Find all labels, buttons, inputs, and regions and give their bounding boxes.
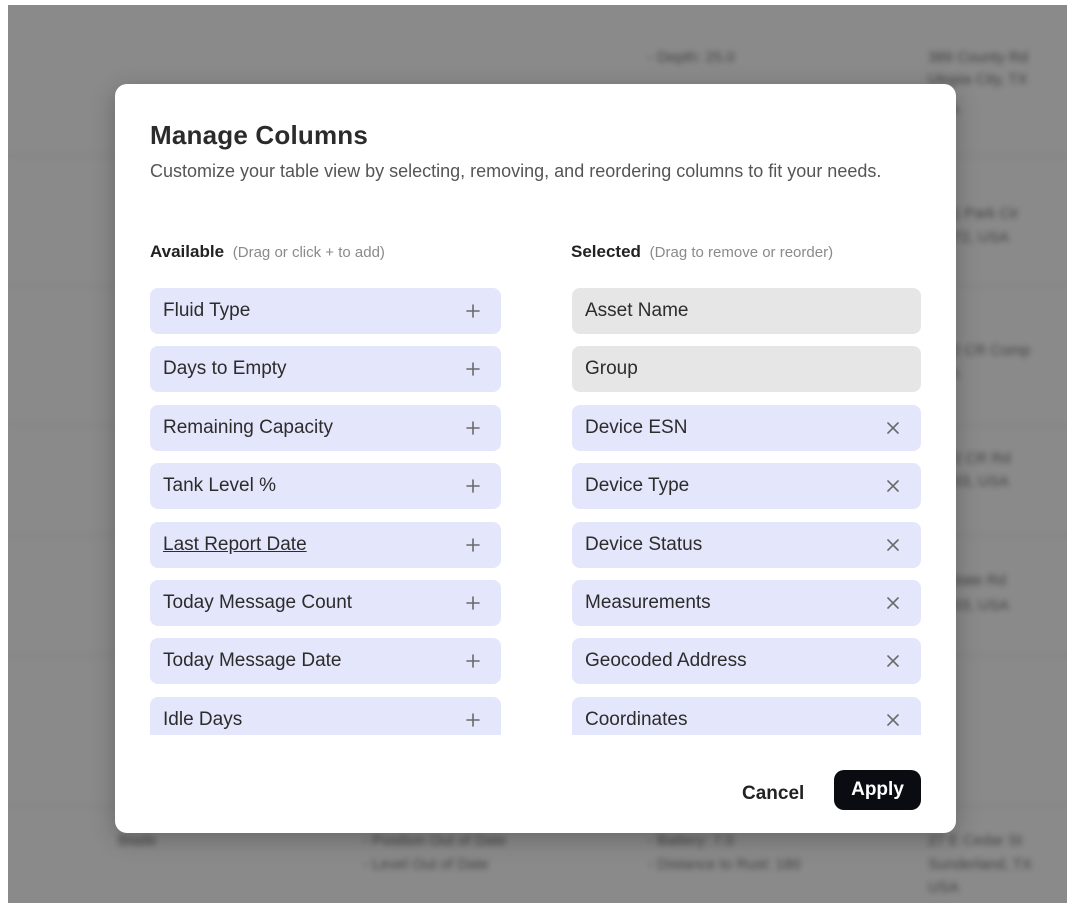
plus-icon[interactable]	[459, 414, 487, 442]
background-cell: Sunderland, TX	[928, 856, 1032, 873]
close-icon[interactable]	[879, 589, 907, 617]
close-icon[interactable]	[879, 531, 907, 559]
close-icon[interactable]	[879, 414, 907, 442]
dialog-subtitle: Customize your table view by selecting, …	[150, 161, 882, 181]
available-column-item[interactable]: Today Message Count	[150, 579, 501, 626]
available-column-label: Days to Empty	[163, 358, 287, 380]
plus-icon[interactable]	[459, 647, 487, 675]
available-columns-list[interactable]: Fluid Type Days to Empty Remaining Capacit…	[150, 288, 501, 735]
background-cell: - Distance to Rust: 180	[648, 856, 801, 873]
available-column-item[interactable]: Idle Days	[150, 696, 501, 735]
selected-header: Selected (Drag to remove or reorder)	[571, 242, 833, 262]
available-column-label: Remaining Capacity	[163, 416, 334, 438]
available-column-item[interactable]: Last Report Date	[150, 521, 501, 568]
manage-columns-dialog: Manage Columns Customize your table view…	[115, 84, 956, 833]
selected-column-item[interactable]: Device Type	[572, 463, 921, 510]
background-cell: - Level Out of Date	[363, 856, 489, 873]
selected-column-item[interactable]: Group	[572, 346, 921, 393]
available-header: Available (Drag or click + to add)	[150, 242, 385, 262]
available-column-item[interactable]: Fluid Type	[150, 288, 501, 334]
selected-hint: (Drag to remove or reorder)	[649, 244, 834, 261]
background-cell: - Battery: 7.0	[648, 832, 734, 849]
available-column-item[interactable]: Tank Level %	[150, 463, 501, 510]
plus-icon[interactable]	[459, 706, 487, 734]
background-cell: 27 E Cedar St	[928, 832, 1023, 849]
selected-column-label: Device Status	[585, 533, 703, 555]
selected-column-label: Device ESN	[585, 416, 688, 438]
selected-column-label: Coordinates	[585, 708, 688, 730]
selected-column-item[interactable]: Geocoded Address	[572, 638, 921, 685]
available-column-label: Today Message Count	[163, 591, 353, 613]
available-column-item[interactable]: Days to Empty	[150, 346, 501, 393]
plus-icon[interactable]	[459, 355, 487, 383]
selected-column-label: Device Type	[585, 475, 690, 497]
plus-icon[interactable]	[459, 472, 487, 500]
selected-column-item[interactable]: Coordinates	[572, 696, 921, 735]
selected-column-label: Measurements	[585, 591, 711, 613]
available-hint: (Drag or click + to add)	[232, 244, 385, 261]
dialog-title: Manage Columns	[150, 120, 369, 150]
available-column-label: Idle Days	[163, 708, 243, 730]
available-column-item[interactable]: Today Message Date	[150, 638, 501, 685]
available-column-label: Last Report Date	[163, 533, 307, 555]
available-column-label: Fluid Type	[163, 300, 251, 321]
selected-columns-list[interactable]: Asset Name Group Device ESN Device Type Devi…	[572, 288, 921, 735]
selected-column-label: Asset Name	[585, 300, 689, 321]
selected-heading: Selected	[571, 242, 641, 261]
cancel-button[interactable]: Cancel	[732, 774, 814, 814]
available-heading: Available	[150, 242, 225, 261]
close-icon[interactable]	[879, 472, 907, 500]
available-column-label: Tank Level %	[163, 475, 277, 497]
available-column-item[interactable]: Remaining Capacity	[150, 404, 501, 451]
background-cell: USA	[928, 879, 959, 896]
selected-column-label: Geocoded Address	[585, 650, 747, 672]
selected-column-item[interactable]: Measurements	[572, 579, 921, 626]
plus-icon[interactable]	[459, 297, 487, 325]
apply-button[interactable]: Apply	[834, 770, 921, 810]
selected-column-item[interactable]: Device ESN	[572, 404, 921, 451]
close-icon[interactable]	[879, 706, 907, 734]
background-cell: 389 County Rd	[928, 49, 1029, 66]
selected-column-label: Group	[585, 358, 638, 380]
selected-column-item[interactable]: Device Status	[572, 521, 921, 568]
background-cell: - Depth: 25.0	[648, 49, 735, 66]
background-cell: - Position Out of Date	[363, 832, 507, 849]
plus-icon[interactable]	[459, 589, 487, 617]
plus-icon[interactable]	[459, 531, 487, 559]
background-cell: Blade	[118, 832, 157, 849]
available-column-label: Today Message Date	[163, 650, 342, 672]
selected-column-item[interactable]: Asset Name	[572, 288, 921, 334]
close-icon[interactable]	[879, 647, 907, 675]
